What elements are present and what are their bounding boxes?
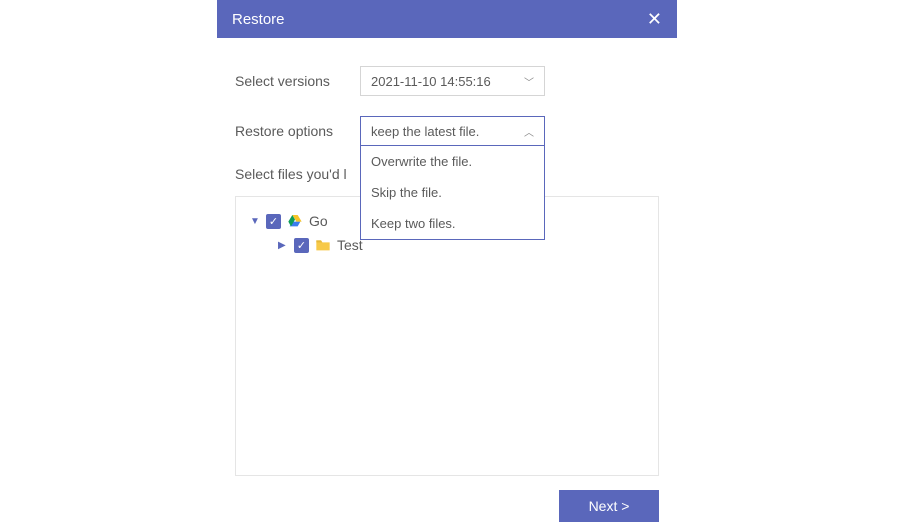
dialog-body: Select versions 2021-11-10 14:55:16 ﹀ Re… [217,38,677,532]
tree-child-label: Test [337,237,363,253]
dialog-title: Restore [232,11,285,28]
select-versions-value: 2021-11-10 14:55:16 [371,74,491,89]
checkbox-root[interactable]: ✓ [266,214,281,229]
close-icon[interactable]: ✕ [647,10,662,28]
dialog-header: Restore ✕ [217,0,677,38]
caret-down-icon[interactable]: ▼ [250,216,260,227]
dialog-footer: Next > [235,476,659,532]
restore-options-value: keep the latest file. [371,124,479,139]
restore-options-display[interactable]: keep the latest file. ︿ [360,116,545,146]
restore-options-dropdown: Overwrite the file. Skip the file. Keep … [360,146,545,240]
restore-dialog: Restore ✕ Select versions 2021-11-10 14:… [217,0,677,532]
select-versions-display[interactable]: 2021-11-10 14:55:16 ﹀ [360,66,545,96]
restore-options-field[interactable]: keep the latest file. ︿ Overwrite the fi… [360,116,545,146]
select-versions-label: Select versions [235,73,360,89]
google-drive-icon [287,213,303,229]
restore-options-row: Restore options keep the latest file. ︿ … [235,116,659,146]
tree-root-label: Go [309,213,328,229]
dropdown-item-skip[interactable]: Skip the file. [361,177,544,208]
folder-icon [315,238,331,252]
dropdown-item-overwrite[interactable]: Overwrite the file. [361,146,544,177]
select-versions-field[interactable]: 2021-11-10 14:55:16 ﹀ [360,66,545,96]
chevron-down-icon: ﹀ [524,74,534,89]
restore-options-label: Restore options [235,123,360,139]
next-button[interactable]: Next > [559,490,659,522]
checkbox-child[interactable]: ✓ [294,238,309,253]
select-versions-row: Select versions 2021-11-10 14:55:16 ﹀ [235,66,659,96]
caret-right-icon[interactable]: ▶ [278,240,288,251]
dropdown-item-keep-two[interactable]: Keep two files. [361,208,544,239]
chevron-up-icon: ︿ [524,124,534,139]
